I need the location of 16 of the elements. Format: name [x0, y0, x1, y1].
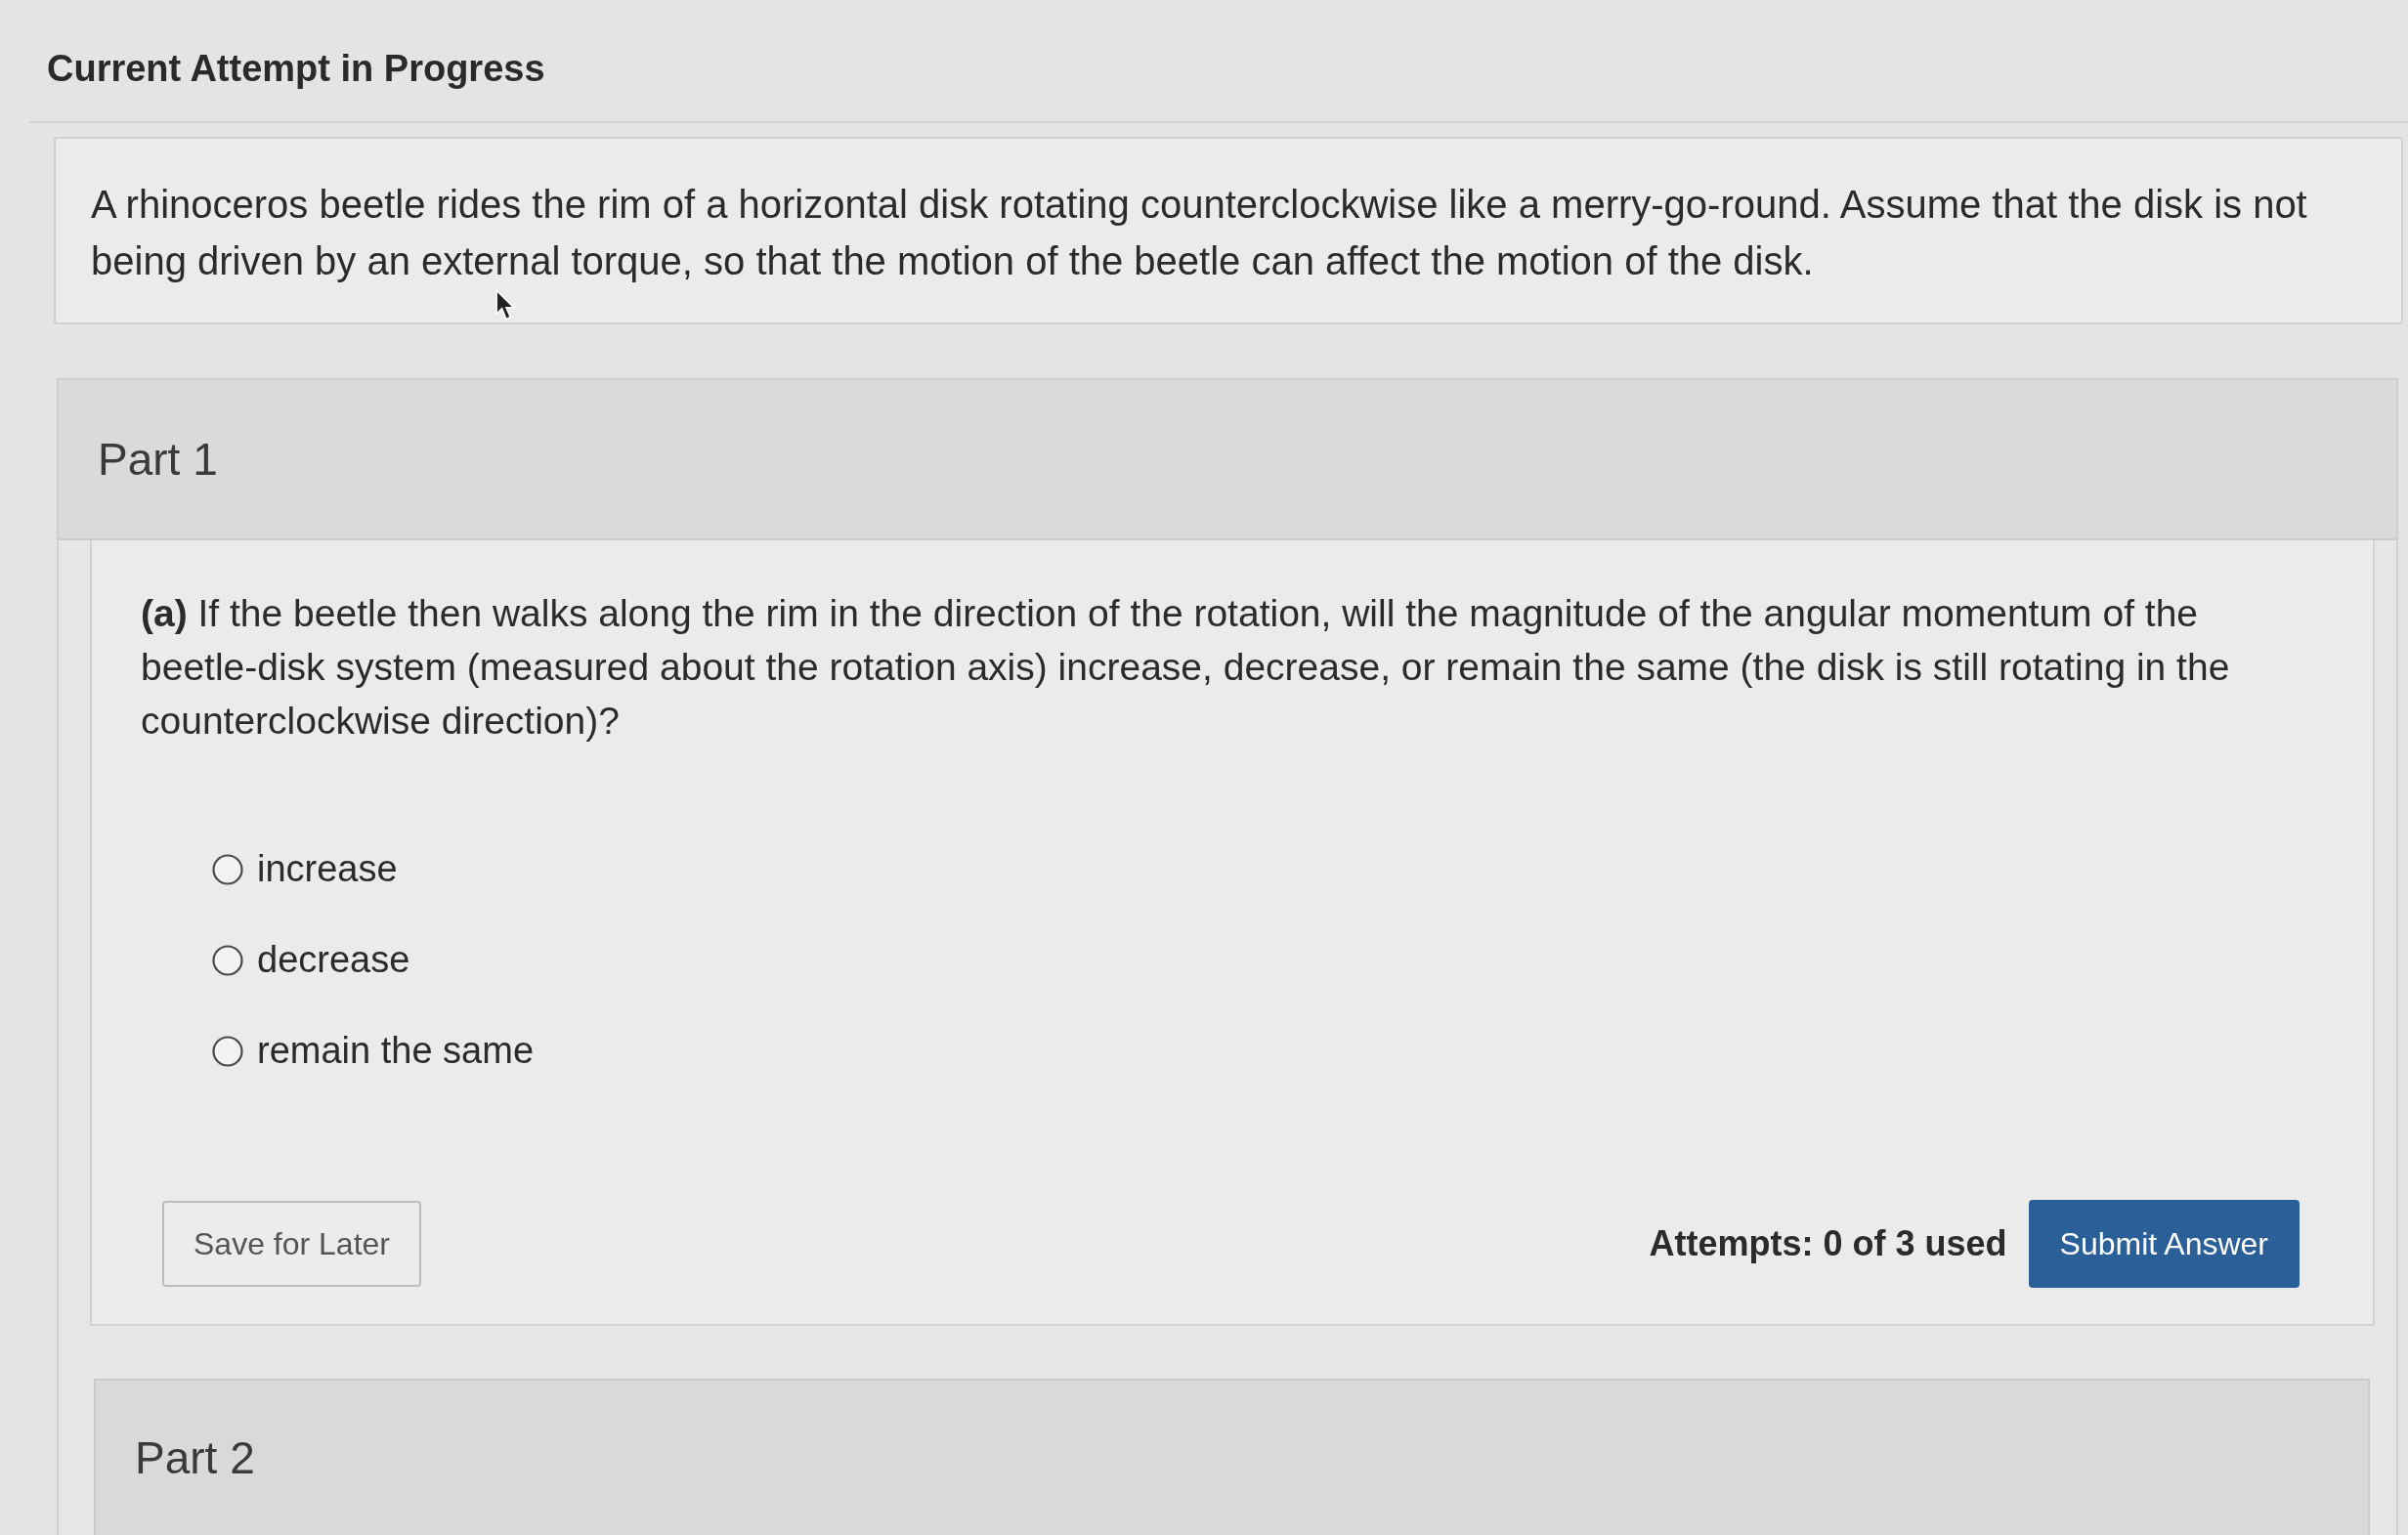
part-title: Part 1	[98, 433, 218, 486]
radio-button[interactable]	[212, 944, 243, 976]
option-label[interactable]: increase	[257, 848, 398, 890]
page-title: Current Attempt in Progress	[47, 47, 546, 90]
save-for-later-button[interactable]: Save for Later	[162, 1201, 421, 1287]
attempts-counter: Attempts: 0 of 3 used	[1649, 1223, 2007, 1264]
option-label[interactable]: decrease	[257, 939, 410, 981]
radio-button[interactable]	[212, 853, 243, 885]
problem-statement: A rhinoceros beetle rides the rim of a horizontal disk rotating counterclockwise like a merry-go-round. Assume that the disk is not being driven by an external torque, so that the motion of the beetle can affect the motion of the disk.	[91, 182, 2308, 284]
part-title: Part 2	[135, 1432, 255, 1483]
submit-answer-button[interactable]: Submit Answer	[2028, 1200, 2300, 1288]
cursor-icon	[495, 289, 517, 321]
part-header[interactable]: Part 2	[94, 1379, 2370, 1535]
question-text: (a) If the beetle then walks along the rim in the direction of the rotation, will the magnitude of the angular momentum of the beetle-disk system (measured about the rotation axis) increase, decrease, or remain the same (the disk is still rotating in the counterclockwise direction)?	[141, 591, 2231, 744]
radio-button[interactable]	[212, 1035, 243, 1067]
option-label[interactable]: remain the same	[257, 1030, 534, 1072]
